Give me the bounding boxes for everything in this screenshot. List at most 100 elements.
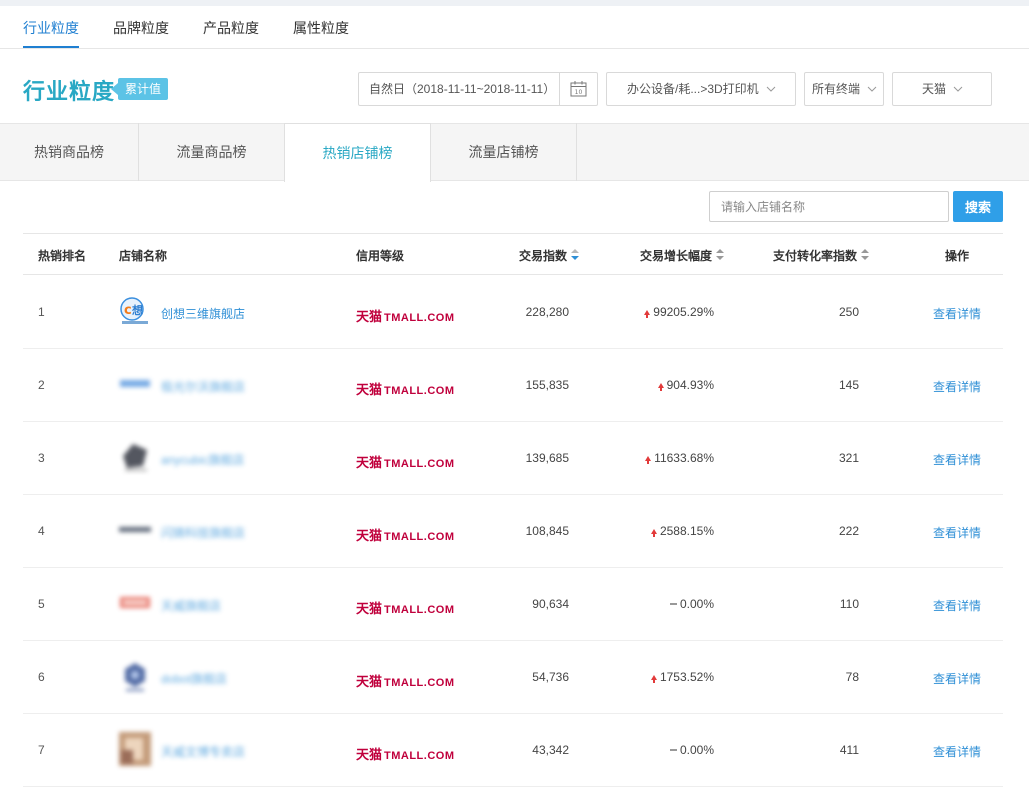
growth-cell: 0.00% [669, 597, 714, 611]
trade-index-value: 54,736 [532, 670, 569, 684]
tmall-label-en: TMALL.COM [384, 750, 455, 762]
shop-logo [119, 586, 151, 620]
col-rank: 热销排名 [38, 249, 87, 263]
nav-attribute-granularity[interactable]: 属性粒度 [293, 18, 349, 38]
col-action: 操作 [945, 249, 970, 263]
nav-industry-granularity[interactable]: 行业粒度 [23, 18, 79, 38]
trend-flat-icon [669, 603, 677, 605]
col-shop-name: 店铺名称 [119, 249, 168, 263]
tmall-credit-logo: 天猫 TMALL.COM [356, 525, 455, 544]
shop-name-link[interactable]: 极光尔沃旗舰店 [161, 378, 245, 395]
tmall-credit-logo: 天猫 TMALL.COM [356, 671, 455, 690]
rank-value: 1 [38, 305, 45, 319]
calendar-icon[interactable]: 10 [559, 73, 597, 105]
col-trade-index-sort[interactable]: 交易指数 [519, 247, 580, 264]
col-conversion: 支付转化率指数 [773, 249, 858, 263]
growth-cell: 11633.68% [645, 451, 714, 465]
conversion-index-value: 78 [845, 670, 859, 684]
rank-value: 7 [38, 743, 45, 757]
trend-up-icon [650, 529, 657, 537]
rank-value: 2 [38, 378, 45, 392]
growth-cell: 1753.52% [650, 670, 714, 684]
platform-dropdown[interactable]: 天猫 [892, 72, 992, 106]
category-value: 办公设备/耗...>3D打印机 [627, 82, 759, 96]
nav-product-granularity[interactable]: 产品粒度 [203, 18, 259, 38]
table-row: 6 dobot旗舰店 天猫 TMALL.COM 54,736 1753.52% 78 查看详情 [23, 641, 1003, 714]
shop-logo [119, 659, 151, 693]
chevron-down-icon [867, 73, 877, 104]
table-header: 热销排名 店铺名称 信用等级 交易指数 交易增长幅度 支付转化率指数 操作 [23, 233, 1003, 275]
page-title: 行业粒度 [23, 79, 116, 104]
search-button[interactable]: 搜索 [953, 191, 1003, 222]
tmall-label-en: TMALL.COM [384, 312, 455, 324]
svg-text:想: 想 [131, 303, 143, 317]
tab-traffic-products[interactable]: 流量商品榜 [139, 123, 285, 181]
svg-text:c: c [124, 303, 132, 318]
view-details-link[interactable]: 查看详情 [933, 378, 981, 395]
col-conversion-sort[interactable]: 支付转化率指数 [773, 247, 870, 264]
granularity-nav: 行业粒度 品牌粒度 产品粒度 属性粒度 [0, 6, 1029, 49]
active-nav-underline [23, 46, 79, 48]
trade-index-value: 155,835 [525, 378, 569, 392]
view-details-link[interactable]: 查看详情 [933, 743, 981, 760]
shop-search-input[interactable] [709, 191, 949, 222]
trend-up-icon [644, 310, 651, 318]
col-trade-index: 交易指数 [519, 249, 568, 263]
view-details-link[interactable]: 查看详情 [933, 597, 981, 614]
view-details-link[interactable]: 查看详情 [933, 451, 981, 468]
col-growth: 交易增长幅度 [640, 249, 713, 263]
sort-desc-icon [571, 248, 580, 263]
shop-name-link[interactable]: anycubic旗舰店 [161, 451, 244, 468]
date-range-picker[interactable]: 自然日（2018-11-11~2018-11-11） 10 [358, 72, 598, 106]
tab-traffic-shops[interactable]: 流量店铺榜 [431, 123, 577, 181]
tmall-label-zh: 天猫 [356, 309, 383, 324]
terminal-dropdown[interactable]: 所有终端 [804, 72, 884, 106]
growth-value: 99205.29% [653, 305, 714, 319]
trade-index-value: 90,634 [532, 597, 569, 611]
growth-cell: 2588.15% [650, 524, 714, 538]
conversion-index-value: 321 [838, 451, 859, 465]
shop-name-link[interactable]: 天威旗舰店 [161, 597, 221, 614]
tmall-label-en: TMALL.COM [384, 604, 455, 616]
shop-name-link[interactable]: 创想三维旗舰店 [161, 305, 245, 322]
view-details-link[interactable]: 查看详情 [933, 670, 981, 687]
chevron-down-icon [766, 73, 776, 104]
tmall-label-zh: 天猫 [356, 528, 383, 543]
rank-value: 6 [38, 670, 45, 684]
shop-name-link[interactable]: 天威文博专卖店 [161, 743, 245, 760]
shop-logo [119, 367, 151, 401]
shop-name-link[interactable]: 闪铸科技旗舰店 [161, 524, 245, 541]
trend-up-icon [657, 383, 664, 391]
rank-value: 3 [38, 451, 45, 465]
growth-value: 1753.52% [659, 670, 714, 684]
platform-value: 天猫 [922, 82, 947, 96]
chevron-down-icon [953, 73, 963, 104]
trend-up-icon [645, 456, 652, 464]
col-growth-sort[interactable]: 交易增长幅度 [640, 247, 725, 264]
trade-index-value: 139,685 [525, 451, 569, 465]
tmall-label-en: TMALL.COM [384, 385, 455, 397]
trend-up-icon [650, 675, 657, 683]
view-details-link[interactable]: 查看详情 [933, 524, 981, 541]
trend-flat-icon [669, 749, 677, 751]
table-row: 5 天威旗舰店 天猫 TMALL.COM 90,634 0.00% 110 查看详情 [23, 568, 1003, 641]
tmall-label-en: TMALL.COM [384, 458, 455, 470]
tmall-label-zh: 天猫 [356, 382, 383, 397]
conversion-index-value: 110 [839, 597, 859, 611]
sort-icon [861, 248, 870, 263]
cumulative-badge: 累计值 [110, 78, 169, 100]
tmall-label-en: TMALL.COM [384, 531, 455, 543]
tab-hot-products[interactable]: 热销商品榜 [0, 123, 139, 181]
tmall-credit-logo: 天猫 TMALL.COM [356, 452, 455, 471]
svg-text:10: 10 [575, 89, 583, 96]
tab-hot-shops[interactable]: 热销店铺榜 [284, 123, 431, 182]
rank-value: 4 [38, 524, 45, 538]
tmall-label-zh: 天猫 [356, 747, 383, 762]
growth-cell: 99205.29% [644, 305, 714, 319]
shop-logo [119, 732, 151, 766]
shop-name-link[interactable]: dobot旗舰店 [161, 670, 227, 687]
category-dropdown[interactable]: 办公设备/耗...>3D打印机 [606, 72, 796, 106]
view-details-link[interactable]: 查看详情 [933, 305, 981, 322]
shop-logo [119, 440, 151, 474]
nav-brand-granularity[interactable]: 品牌粒度 [113, 18, 169, 38]
